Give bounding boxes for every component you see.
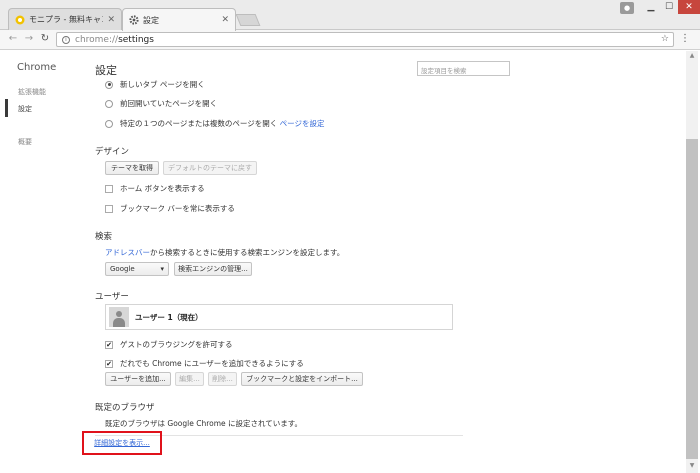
address-bar[interactable]: i chrome://settings ☆ [56, 32, 674, 47]
page-title: 設定 [95, 64, 117, 77]
browser-toolbar: ← → ↻ i chrome://settings ☆ ⋮ [0, 30, 700, 50]
guest-browsing-option[interactable]: ✔ ゲストのブラウジングを許可する [105, 339, 233, 350]
omnibox-link[interactable]: アドレスバー [105, 248, 150, 257]
radio-button[interactable] [105, 99, 113, 108]
bookmark-star-icon[interactable]: ☆ [661, 34, 669, 44]
tab-monipla[interactable]: モニプラ - 無料キャンペー ✕ [8, 8, 122, 30]
search-description-text: から検索するときに使用する検索エンジンを設定します。 [150, 248, 345, 257]
search-heading: 検索 [95, 232, 113, 242]
forward-arrow-icon[interactable]: → [22, 32, 36, 46]
scrollbar-thumb[interactable] [686, 139, 698, 459]
scroll-down-icon[interactable]: ▼ [686, 461, 698, 471]
startup-option-specific[interactable]: 特定の１つのページまたは複数のページを開く ページを設定 [105, 118, 324, 129]
import-bookmarks-button[interactable]: ブックマークと設定をインポート... [241, 372, 363, 386]
radio-button[interactable] [105, 119, 113, 128]
monipla-favicon-icon [15, 15, 25, 24]
settings-page: Chrome 拡張機能 設定 概要 設定 設定項目を検索 新しいタブ ページを開… [0, 51, 700, 473]
checkbox-label: だれでも Chrome にユーザーを追加できるようにする [120, 359, 304, 368]
checkbox[interactable] [105, 184, 113, 193]
avatar [109, 307, 129, 327]
minimize-icon[interactable]: ▁ [642, 0, 660, 14]
new-tab-button[interactable] [235, 14, 261, 26]
anyone-add-user-option[interactable]: ✔ だれでも Chrome にユーザーを追加できるようにする [105, 358, 304, 369]
radio-button[interactable] [105, 80, 113, 89]
checkbox-label: ゲストのブラウジングを許可する [120, 340, 233, 349]
checkbox[interactable] [105, 204, 113, 213]
settings-search-input[interactable]: 設定項目を検索 [417, 61, 510, 76]
radio-label: 前回開いていたページを開く [120, 99, 218, 108]
startup-option-continue[interactable]: 前回開いていたページを開く [105, 98, 217, 109]
reset-theme-button[interactable]: デフォルトのテーマに戻す [163, 161, 257, 175]
page-info-icon[interactable]: i [62, 35, 70, 44]
checkbox-label: ホーム ボタンを表示する [120, 184, 205, 193]
remove-user-button[interactable]: 削除... [208, 372, 237, 386]
window-close-icon[interactable]: ✕ [678, 0, 700, 14]
home-button-option[interactable]: ホーム ボタンを表示する [105, 183, 205, 194]
tab-settings[interactable]: 設定 ✕ [122, 8, 236, 31]
dropdown-arrow-icon: ▾ [160, 265, 164, 273]
sidebar-selection-marker [5, 99, 8, 117]
scroll-up-icon[interactable]: ▲ [686, 51, 698, 61]
sidebar-item-extensions[interactable]: 拡張機能 [18, 87, 46, 97]
search-description: アドレスバーから検索するときに使用する検索エンジンを設定します。 [105, 247, 344, 258]
edit-user-button[interactable]: 編集... [175, 372, 204, 386]
radio-label: 特定の１つのページまたは複数のページを開く [120, 119, 278, 128]
url-scheme: chrome:// [75, 34, 119, 45]
users-heading: ユーザー [95, 292, 129, 302]
sidebar-brand: Chrome [17, 62, 57, 73]
maximize-icon[interactable]: ☐ [660, 0, 678, 14]
checkbox[interactable]: ✔ [105, 340, 113, 349]
tab-close-icon[interactable]: ✕ [107, 15, 115, 25]
tab-label: 設定 [143, 15, 159, 25]
bookmarks-bar-option[interactable]: ブックマーク バーを常に表示する [105, 203, 235, 214]
sidebar-item-settings[interactable]: 設定 [18, 104, 32, 114]
default-browser-heading: 既定のブラウザ [95, 403, 155, 413]
tab-close-icon[interactable]: ✕ [221, 15, 229, 25]
reload-icon[interactable]: ↻ [38, 32, 52, 46]
checkbox-label: ブックマーク バーを常に表示する [120, 204, 235, 213]
search-engine-value: Google [110, 265, 135, 273]
set-pages-link[interactable]: ページを設定 [280, 118, 325, 129]
checkbox[interactable]: ✔ [105, 359, 113, 368]
startup-option-newtab[interactable]: 新しいタブ ページを開く [105, 79, 205, 90]
get-theme-button[interactable]: テーマを取得 [105, 161, 159, 175]
title-bar: モニプラ - 無料キャンペー ✕ 設定 ✕ ● ▁ ☐ ✕ [0, 0, 700, 31]
menu-dots-icon[interactable]: ⋮ [680, 33, 690, 44]
sidebar: Chrome 拡張機能 設定 概要 [0, 51, 80, 473]
highlight-box: 詳細設定を表示... [82, 431, 162, 455]
sidebar-item-about[interactable]: 概要 [18, 137, 32, 147]
default-browser-text: 既定のブラウザは Google Chrome に設定されています。 [105, 419, 303, 428]
radio-label: 新しいタブ ページを開く [120, 80, 205, 89]
user-name: ユーザー 1（現在） [135, 312, 203, 322]
user-list[interactable]: ユーザー 1（現在） [105, 304, 453, 330]
manage-search-engines-button[interactable]: 検索エンジンの管理... [174, 262, 252, 276]
search-engine-select[interactable]: Google ▾ [105, 262, 169, 276]
add-user-button[interactable]: ユーザーを追加... [105, 372, 171, 386]
show-advanced-settings-link[interactable]: 詳細設定を表示... [94, 438, 150, 448]
design-heading: デザイン [95, 147, 130, 157]
back-arrow-icon[interactable]: ← [6, 32, 20, 46]
url-host: settings [118, 34, 154, 45]
profile-icon[interactable]: ● [620, 2, 634, 14]
tab-label: モニプラ - 無料キャンペー [29, 15, 103, 24]
gear-icon [129, 15, 139, 25]
